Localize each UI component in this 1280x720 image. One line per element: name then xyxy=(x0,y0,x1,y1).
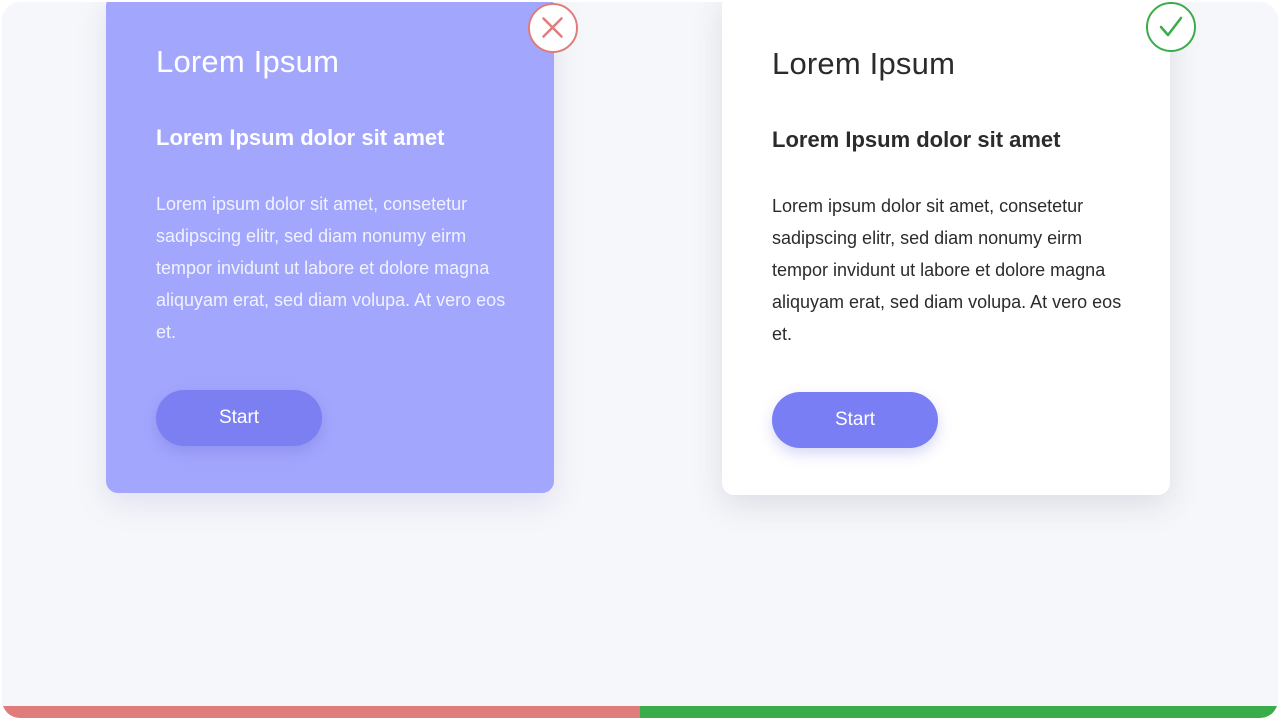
check-circle-icon xyxy=(1146,2,1196,52)
incorrect-indicator-bar xyxy=(2,706,640,718)
start-button[interactable]: Start xyxy=(772,392,938,448)
correct-indicator-bar xyxy=(640,706,1278,718)
card-subtitle: Lorem Ipsum dolor sit amet xyxy=(772,127,1061,152)
comparison-frame: Lorem Ipsum Lorem Ipsum dolor sit amet L… xyxy=(2,2,1278,718)
card-correct-example: Lorem Ipsum Lorem Ipsum dolor sit amet L… xyxy=(722,2,1170,495)
card-body-text: Lorem ipsum dolor sit amet, consetetur s… xyxy=(772,196,1122,344)
start-button[interactable]: Start xyxy=(156,390,322,446)
card-subtitle: Lorem Ipsum dolor sit amet xyxy=(156,125,445,150)
card-title: Lorem Ipsum xyxy=(156,44,340,79)
card-title: Lorem Ipsum xyxy=(772,46,956,81)
x-circle-icon xyxy=(528,3,578,53)
card-incorrect-example: Lorem Ipsum Lorem Ipsum dolor sit amet L… xyxy=(106,2,554,493)
card-body-text: Lorem ipsum dolor sit amet, consetetur s… xyxy=(156,194,506,342)
